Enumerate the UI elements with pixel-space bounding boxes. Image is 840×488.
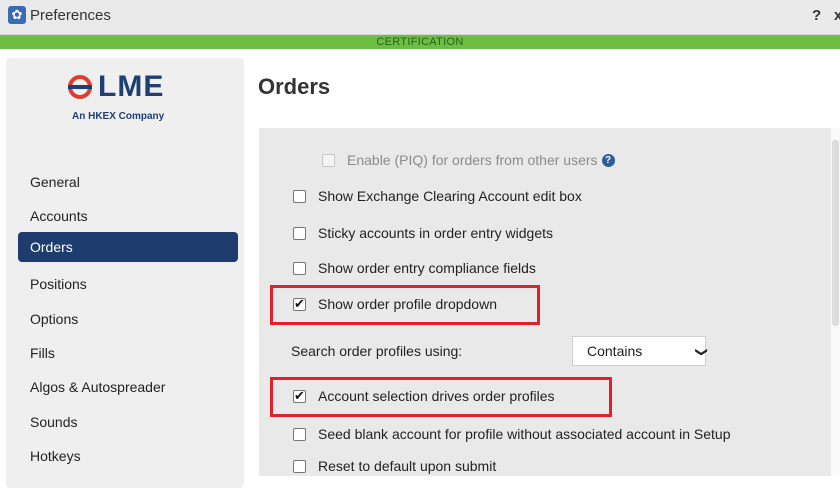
window-title: Preferences [30,7,111,24]
show-profile-dropdown-checkbox[interactable] [293,296,306,312]
title-bar: ✿ Preferences ? x [0,0,840,35]
option-label: Enable (PIQ) for orders from other users [347,152,598,168]
option-sticky-accounts[interactable]: Sticky accounts in order entry widgets [293,225,553,241]
account-drives-profiles-checkbox[interactable] [293,388,306,404]
show-clearing-account-checkbox[interactable] [293,189,306,203]
help-icon[interactable]: ? [601,153,615,167]
page-title: Orders [258,74,331,99]
help-button[interactable]: ? [812,7,821,24]
lme-logo-icon [68,75,92,99]
sidebar-item-orders[interactable]: Orders [18,232,238,262]
sidebar-item-accounts[interactable]: Accounts [18,201,238,231]
option-label: Reset to default upon submit [318,458,497,474]
sidebar-item-general[interactable]: General [18,167,238,197]
logo-subtitle: An HKEX Company [72,111,165,122]
enable-piq-checkbox[interactable] [322,153,335,167]
sidebar-item-options[interactable]: Options [18,304,238,334]
sticky-accounts-checkbox[interactable] [293,226,306,240]
sidebar-item-hotkeys[interactable]: Hotkeys [18,441,238,471]
option-account-drives-profiles[interactable]: Account selection drives order profiles [293,388,555,404]
search-profiles-select[interactable]: Contains [572,336,706,366]
close-button[interactable]: x [834,7,840,24]
option-label: Show order entry compliance fields [318,260,536,276]
sidebar-item-algos-autospreader[interactable]: Algos & Autospreader [18,372,238,402]
sidebar-item-sounds[interactable]: Sounds [18,407,238,437]
sidebar-item-positions[interactable]: Positions [18,269,238,299]
compliance-fields-checkbox[interactable] [293,261,306,275]
chevron-down-icon[interactable]: ❯ [695,347,709,357]
option-enable-piq[interactable]: Enable (PIQ) for orders from other users… [322,152,615,168]
app-icon: ✿ [8,6,26,24]
option-label: Show Exchange Clearing Account edit box [318,188,582,204]
option-label: Account selection drives order profiles [318,388,555,404]
option-show-profile-dropdown[interactable]: Show order profile dropdown [293,296,497,312]
seed-blank-account-checkbox[interactable] [293,427,306,441]
search-profiles-label: Search order profiles using: [291,343,463,359]
option-seed-blank-account[interactable]: Seed blank account for profile without a… [293,426,730,442]
option-show-clearing-account[interactable]: Show Exchange Clearing Account edit box [293,188,582,204]
reset-on-submit-checkbox[interactable] [293,459,306,473]
option-label: Show order profile dropdown [318,296,497,312]
sidebar-item-fills[interactable]: Fills [18,338,238,368]
lme-logo: LME [68,70,164,104]
option-label: Sticky accounts in order entry widgets [318,225,553,241]
option-reset-on-submit[interactable]: Reset to default upon submit [293,458,496,474]
logo-text: LME [98,70,165,103]
option-compliance-fields[interactable]: Show order entry compliance fields [293,260,536,276]
scrollbar-thumb[interactable] [832,140,839,326]
option-label: Seed blank account for profile without a… [318,426,731,442]
certification-banner: CERTIFICATION [0,35,840,49]
